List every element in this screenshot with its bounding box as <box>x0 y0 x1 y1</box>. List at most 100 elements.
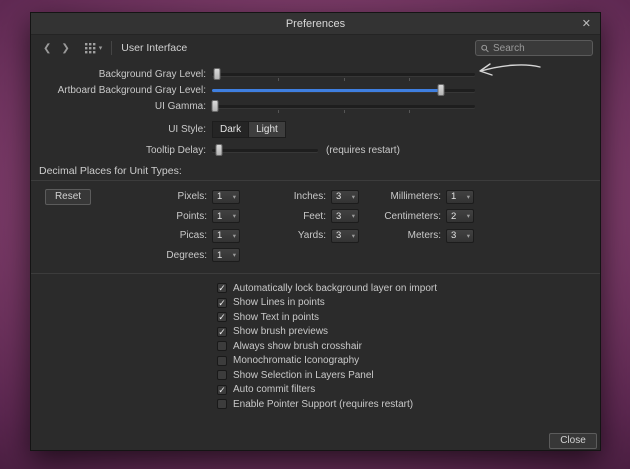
tooltip-delay-slider[interactable] <box>212 143 318 157</box>
slider-track <box>212 149 318 152</box>
yards-decimal-row: Yards: 3 ▾ <box>261 228 359 243</box>
chevron-down-icon: ▾ <box>467 193 470 201</box>
search-icon <box>481 44 489 53</box>
checkbox-icon[interactable] <box>217 356 227 366</box>
decimal-column-1: Pixels: 1 ▾ Points: 1 ▾ Picas: <box>31 189 240 263</box>
yards-decimal-select[interactable]: 3 ▾ <box>331 229 359 243</box>
slider-track <box>212 105 475 108</box>
separator <box>31 180 600 181</box>
background-gray-level-slider[interactable] <box>212 67 475 81</box>
pixels-decimal-select[interactable]: 1 ▾ <box>212 190 240 204</box>
checkbox-show-brush-previews[interactable]: ✓ Show brush previews <box>217 327 437 337</box>
checkbox-show-selection-in-layers-panel[interactable]: Show Selection in Layers Panel <box>217 370 437 380</box>
decimal-column-3: Millimeters: 1 ▾ Centimeters: 2 ▾ Meters… <box>371 189 474 243</box>
slider-thumb[interactable] <box>437 84 444 96</box>
title-bar[interactable]: Preferences ✕ <box>31 13 600 35</box>
millimeters-decimal-select[interactable]: 1 ▾ <box>446 190 474 204</box>
window-close-icon[interactable]: ✕ <box>582 13 591 35</box>
chevron-down-icon: ▾ <box>352 193 355 201</box>
separator <box>31 273 600 274</box>
inches-decimal-select[interactable]: 3 ▾ <box>331 190 359 204</box>
artboard-gray-level-row: Artboard Background Gray Level: <box>31 83 600 97</box>
window-title: Preferences <box>31 13 600 35</box>
sections-grid-button[interactable]: ▾ <box>85 43 103 54</box>
checkbox-label: Show brush previews <box>233 326 328 337</box>
grid-icon <box>85 43 96 54</box>
meters-label: Meters: <box>371 230 446 241</box>
checkbox-icon[interactable]: ✓ <box>217 298 227 308</box>
inches-label: Inches: <box>261 191 331 202</box>
select-value: 3 <box>336 191 341 202</box>
select-value: 1 <box>451 191 456 202</box>
select-value: 2 <box>451 211 456 222</box>
chevron-down-icon: ▾ <box>352 232 355 240</box>
millimeters-decimal-row: Millimeters: 1 ▾ <box>371 189 474 204</box>
inches-decimal-row: Inches: 3 ▾ <box>261 189 359 204</box>
checkbox-label: Show Text in points <box>233 312 319 323</box>
checkbox-label: Enable Pointer Support (requires restart… <box>233 399 413 410</box>
current-section-label: User Interface <box>121 42 187 54</box>
select-value: 3 <box>336 211 341 222</box>
ui-gamma-slider[interactable] <box>212 99 475 113</box>
centimeters-decimal-select[interactable]: 2 ▾ <box>446 209 474 223</box>
picas-decimal-select[interactable]: 1 ▾ <box>212 229 240 243</box>
points-label: Points: <box>31 211 212 222</box>
picas-decimal-row: Picas: 1 ▾ <box>31 228 240 243</box>
slider-thumb[interactable] <box>216 144 223 156</box>
chevron-down-icon: ▾ <box>233 212 236 220</box>
checkbox-show-lines-in-points[interactable]: ✓ Show Lines in points <box>217 298 437 308</box>
checkbox-label: Monochromatic Iconography <box>233 355 359 366</box>
chevron-down-icon: ▾ <box>233 232 236 240</box>
desktop-background: Preferences ✕ ❮ ❯ ▾ User Interface <box>0 0 630 469</box>
points-decimal-select[interactable]: 1 ▾ <box>212 209 240 223</box>
ui-style-segmented-control: Dark Light <box>212 121 286 138</box>
meters-decimal-select[interactable]: 3 ▾ <box>446 229 474 243</box>
decimal-column-2: Inches: 3 ▾ Feet: 3 ▾ Yards: <box>261 189 359 243</box>
toolbar: ❮ ❯ ▾ User Interface <box>31 35 600 61</box>
slider-thumb[interactable] <box>211 100 218 112</box>
points-decimal-row: Points: 1 ▾ <box>31 209 240 224</box>
yards-label: Yards: <box>261 230 331 241</box>
ui-style-light-button[interactable]: Light <box>249 121 286 138</box>
pixels-label: Pixels: <box>31 191 212 202</box>
chevron-down-icon: ▾ <box>352 212 355 220</box>
select-value: 3 <box>451 230 456 241</box>
checkbox-label: Auto commit filters <box>233 384 315 395</box>
checkbox-icon[interactable] <box>217 370 227 380</box>
background-gray-level-row: Background Gray Level: <box>31 67 600 81</box>
checkbox-icon[interactable]: ✓ <box>217 385 227 395</box>
search-box[interactable] <box>475 40 593 56</box>
checkbox-enable-pointer-support[interactable]: Enable Pointer Support (requires restart… <box>217 399 437 409</box>
background-gray-level-label: Background Gray Level: <box>31 69 212 80</box>
checkbox-label: Automatically lock background layer on i… <box>233 283 437 294</box>
centimeters-label: Centimeters: <box>371 211 446 222</box>
checkbox-show-text-in-points[interactable]: ✓ Show Text in points <box>217 312 437 322</box>
checkbox-auto-commit-filters[interactable]: ✓ Auto commit filters <box>217 385 437 395</box>
ui-gamma-row: UI Gamma: <box>31 99 600 113</box>
search-input[interactable] <box>493 43 587 54</box>
picas-label: Picas: <box>31 230 212 241</box>
checkbox-icon[interactable]: ✓ <box>217 312 227 322</box>
checkbox-lock-background-layer[interactable]: ✓ Automatically lock background layer on… <box>217 283 437 293</box>
ui-style-label: UI Style: <box>31 124 212 135</box>
checkbox-icon[interactable] <box>217 399 227 409</box>
ui-style-dark-button[interactable]: Dark <box>212 121 249 138</box>
select-value: 1 <box>217 191 222 202</box>
feet-decimal-select[interactable]: 3 ▾ <box>331 209 359 223</box>
checkbox-label: Show Selection in Layers Panel <box>233 370 374 381</box>
close-button[interactable]: Close <box>549 433 597 449</box>
checkbox-icon[interactable]: ✓ <box>217 327 227 337</box>
slider-fill <box>212 89 441 92</box>
checkbox-icon[interactable]: ✓ <box>217 283 227 293</box>
centimeters-decimal-row: Centimeters: 2 ▾ <box>371 209 474 224</box>
artboard-gray-level-slider[interactable] <box>212 83 475 97</box>
forward-button[interactable]: ❯ <box>56 43 74 54</box>
checkbox-monochromatic-iconography[interactable]: Monochromatic Iconography <box>217 356 437 366</box>
back-button[interactable]: ❮ <box>38 43 56 54</box>
checkbox-icon[interactable] <box>217 341 227 351</box>
degrees-decimal-select[interactable]: 1 ▾ <box>212 248 240 262</box>
meters-decimal-row: Meters: 3 ▾ <box>371 228 474 243</box>
checkbox-always-show-brush-crosshair[interactable]: Always show brush crosshair <box>217 341 437 351</box>
slider-thumb[interactable] <box>214 68 221 80</box>
chevron-down-icon: ▾ <box>467 212 470 220</box>
